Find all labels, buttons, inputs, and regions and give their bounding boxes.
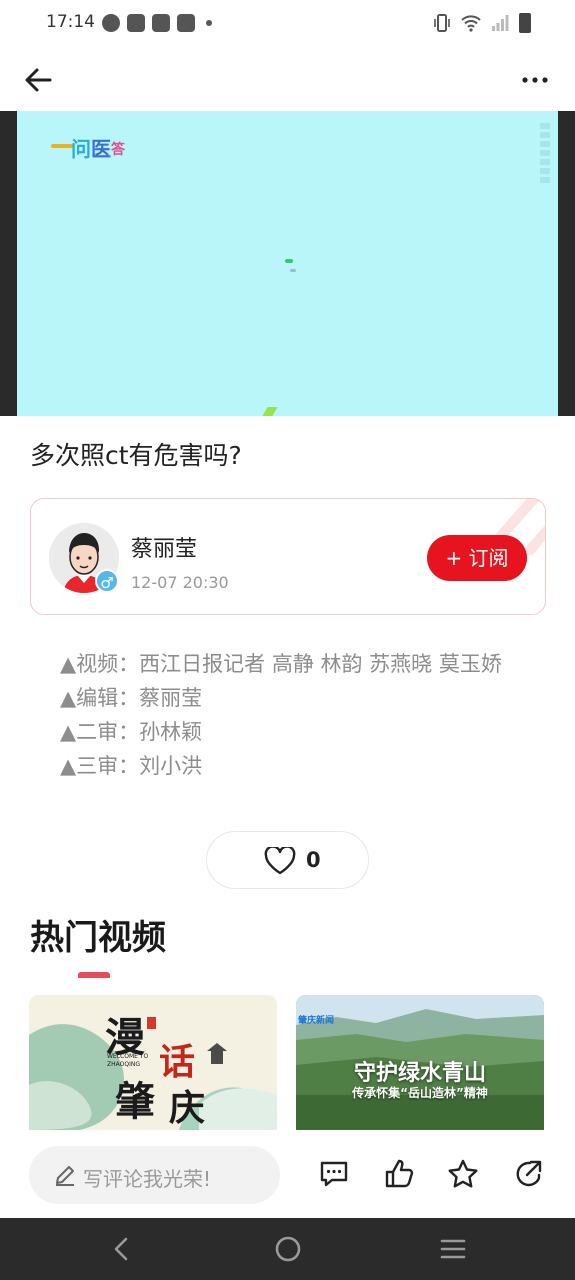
mail-icon (127, 14, 145, 32)
video-logo: 问 医 答 (51, 133, 131, 161)
publish-time: 12-07 20:30 (131, 573, 229, 592)
comment-input[interactable]: 写评论我光荣! (29, 1146, 280, 1204)
status-time: 17:14 (46, 12, 95, 32)
thumb-up-icon[interactable] (383, 1158, 415, 1190)
mail-icon (152, 14, 170, 32)
pencil-icon (56, 1166, 74, 1186)
mail-icon (177, 14, 195, 32)
logo-char: 医 (91, 137, 111, 161)
battery-icon (519, 13, 531, 33)
comment-bar: 写评论我光荣! (0, 1130, 575, 1218)
heart-icon (264, 847, 296, 875)
credit-line: ▲二审：孙林颖 (60, 720, 203, 744)
system-recents-icon[interactable] (439, 1235, 467, 1263)
video-graphic (262, 407, 278, 416)
more-dots-icon[interactable] (519, 64, 551, 96)
subscribe-button[interactable]: + 订阅 (427, 535, 527, 581)
video-thumbnail[interactable]: 漫 话 肇 庆 WELCOME TO ZHAOQING (29, 995, 277, 1130)
video-player[interactable]: 问 医 答 (0, 111, 575, 416)
arrow-left-icon[interactable] (22, 64, 54, 96)
comment-icon[interactable] (318, 1158, 350, 1190)
thumb-headline: 守护绿水青山 (353, 1061, 486, 1086)
vibrate-icon (434, 14, 450, 32)
top-nav (0, 48, 575, 110)
thumb-char: 话 (159, 1041, 196, 1083)
credit-line: ▲视频：西江日报记者 高静 林韵 苏燕晓 莫玉娇 (60, 652, 502, 676)
share-icon[interactable] (512, 1158, 544, 1190)
notification-icons (102, 14, 212, 32)
star-icon[interactable] (447, 1158, 479, 1190)
logo-char: 答 (111, 142, 125, 158)
like-button[interactable]: 0 (206, 831, 369, 889)
thumb-small-text: WELCOME TO ZHAOQING (107, 1053, 149, 1068)
video-graphic (285, 259, 293, 263)
system-status-icons (433, 13, 531, 33)
like-count: 0 (306, 848, 321, 872)
logo-bar (51, 144, 73, 148)
logo-char: 问 (71, 137, 91, 161)
video-screen[interactable]: 问 医 答 (17, 111, 558, 416)
comment-placeholder: 写评论我光荣! (83, 1167, 212, 1191)
section-accent (78, 972, 110, 978)
credit-line: ▲编辑：蔡丽莹 (60, 686, 203, 710)
article-title: 多次照ct有危害吗? (30, 441, 242, 470)
video-thumbnail[interactable]: 肇庆新闻 守护绿水青山 传承怀集“岳山造林”精神 (296, 995, 544, 1130)
system-home-icon[interactable] (274, 1235, 302, 1263)
credits: ▲视频：西江日报记者 高静 林韵 苏燕晓 莫玉娇 ▲编辑：蔡丽莹 ▲二审：孙林颖… (60, 647, 520, 783)
system-nav-bar (0, 1218, 575, 1280)
video-graphic (290, 269, 296, 272)
hot-videos-title: 热门视频 (30, 918, 166, 958)
signal-icon (492, 15, 509, 31)
more-notifications-icon (206, 20, 212, 26)
status-bar: 17:14 (0, 0, 575, 48)
male-gender-icon: ♂ (95, 569, 119, 593)
thumb-char: 肇 (115, 1078, 155, 1125)
author-card: ♂ 蔡丽莹 12-07 20:30 + 订阅 (30, 498, 546, 615)
thumb-subline: 传承怀集“岳山造林”精神 (352, 1086, 488, 1100)
author-name[interactable]: 蔡丽莹 (131, 531, 197, 563)
thumb-char: 庆 (169, 1087, 206, 1129)
video-watermark (540, 123, 550, 185)
wifi-icon (461, 15, 481, 32)
system-back-icon[interactable] (108, 1235, 136, 1263)
credit-line: ▲三审：刘小洪 (60, 754, 203, 778)
navigation-app-icon (102, 14, 120, 32)
news-brand: 肇庆新闻 (298, 1016, 335, 1026)
